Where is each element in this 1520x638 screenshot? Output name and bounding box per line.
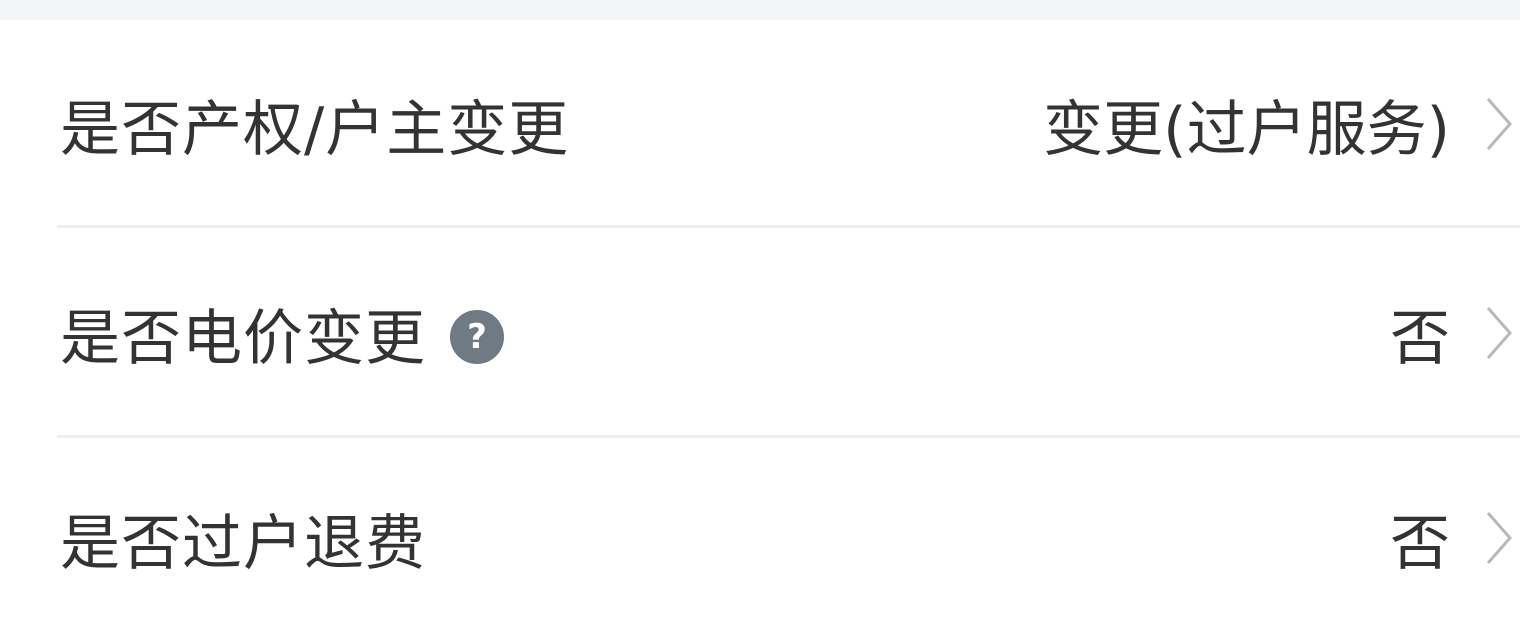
- row-value: 变更(过户服务): [1043, 94, 1450, 165]
- settings-list: 是否产权/户主变更 变更(过户服务) 是否电价变更 ? 否 是否过户退费 否: [0, 20, 1520, 638]
- row-label: 是否电价变更: [60, 303, 426, 374]
- row-value: 否: [1390, 303, 1450, 374]
- row-label-wrap: 是否产权/户主变更: [60, 81, 569, 168]
- row-value-wrap[interactable]: 变更(过户服务): [1043, 20, 1520, 228]
- row-value-wrap[interactable]: 否: [1390, 228, 1520, 438]
- row-value-wrap[interactable]: 否: [1390, 438, 1520, 638]
- top-band: [0, 0, 1520, 20]
- chevron-right-icon: [1484, 303, 1520, 363]
- row-ownership-change[interactable]: 是否产权/户主变更 变更(过户服务): [0, 20, 1520, 228]
- row-label: 是否过户退费: [60, 508, 426, 579]
- row-transfer-refund[interactable]: 是否过户退费 否: [0, 438, 1520, 638]
- row-value: 否: [1390, 508, 1450, 579]
- row-tariff-change[interactable]: 是否电价变更 ? 否: [0, 228, 1520, 438]
- row-label-wrap: 是否电价变更 ?: [60, 290, 504, 377]
- row-label-wrap: 是否过户退费: [60, 495, 426, 582]
- row-label: 是否产权/户主变更: [60, 94, 570, 165]
- chevron-right-icon: [1484, 94, 1520, 154]
- question-circle-icon[interactable]: ?: [450, 310, 504, 364]
- chevron-right-icon: [1484, 508, 1520, 568]
